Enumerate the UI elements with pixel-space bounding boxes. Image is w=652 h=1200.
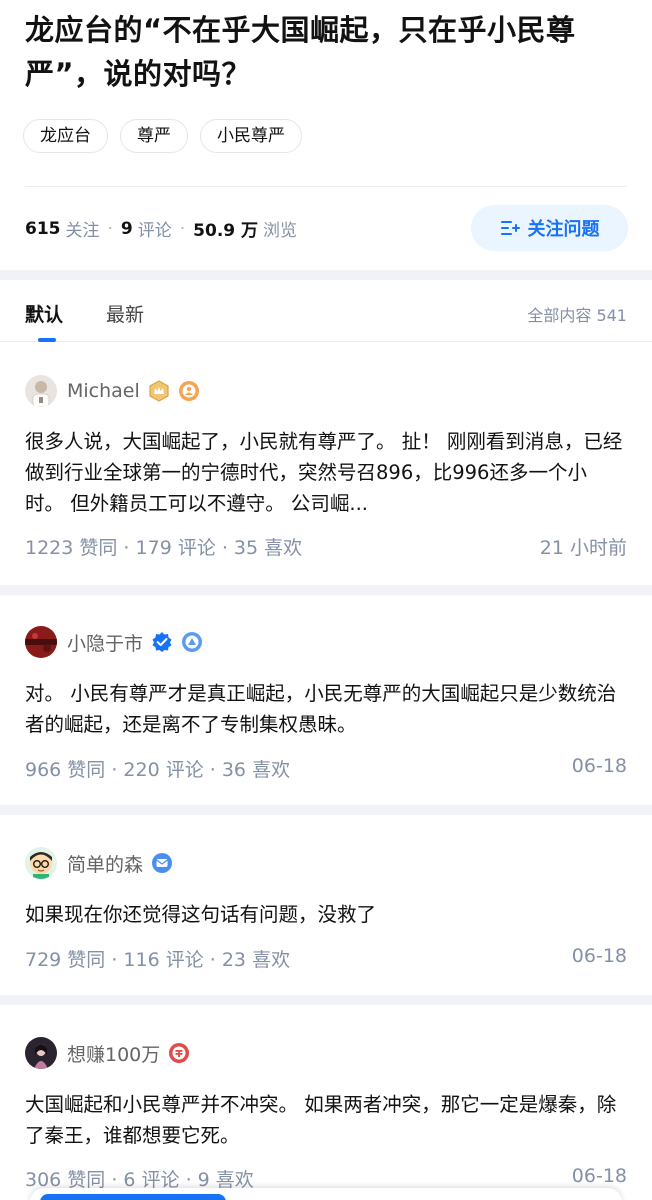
verified-badge-icon[interactable] xyxy=(151,631,173,653)
comment-label[interactable]: 评论 xyxy=(138,216,172,241)
answer-stats: 1223 赞同 · 179 评论 · 35 喜欢 xyxy=(25,537,303,559)
question-title[interactable]: 龙应台的“不在乎大国崛起，只在乎小民尊严”，说的对吗？ xyxy=(25,8,625,96)
avatar[interactable] xyxy=(25,375,57,407)
topic-tag[interactable]: 龙应台 xyxy=(23,119,108,153)
answer-separator xyxy=(0,805,652,815)
view-count: 50.9 万 xyxy=(193,221,259,241)
answer-separator xyxy=(0,585,652,595)
answer-author[interactable]: 简单的森 xyxy=(25,847,173,879)
answer-card[interactable]: Michael 很多人说，大国崛起了，小民就有尊严了。 扯！ 刚刚看到消息，已经… xyxy=(0,343,652,585)
view-label: 浏览 xyxy=(263,221,298,241)
answer-meta: 1223 赞同 · 179 评论 · 35 喜欢 21 小时前 xyxy=(25,533,627,560)
answer-author[interactable]: 想赚100万 xyxy=(25,1037,190,1069)
answer-author[interactable]: 小隐于市 xyxy=(25,626,203,658)
answer-card[interactable]: 小隐于市 对。 小民有尊严才是真正崛起，小民无尊严的大国崛起只是少数统治者的崛起… xyxy=(0,595,652,805)
topic-tag[interactable]: 小民尊严 xyxy=(200,119,302,153)
follow-add-icon xyxy=(500,221,520,235)
active-tab-indicator xyxy=(38,338,56,342)
answer-excerpt[interactable]: 大国崛起和小民尊严并不冲突。 如果两者冲突，那它一定是爆秦，除了秦王，谁都想要它… xyxy=(25,1089,625,1151)
total-content-count: 全部内容 541 xyxy=(527,306,627,325)
topic-tag[interactable]: 尊严 xyxy=(120,119,188,153)
author-name[interactable]: 小隐于市 xyxy=(67,629,143,656)
question-stats: 615 关注 · 9 评论 · 50.9 万 浏览 xyxy=(25,216,298,242)
crown-badge-icon[interactable] xyxy=(148,380,170,402)
answer-excerpt[interactable]: 很多人说，大国崛起了，小民就有尊严了。 扯！ 刚刚看到消息，已经做到行业全球第一… xyxy=(25,426,625,519)
answer-author[interactable]: Michael xyxy=(25,375,200,407)
answer-card[interactable]: 想赚100万 大国崛起和小民尊严并不冲突。 如果两者冲突，那它一定是爆秦，除了秦… xyxy=(0,1005,652,1200)
topic-tags: 龙应台 尊严 小民尊严 xyxy=(23,119,302,153)
answer-excerpt[interactable]: 对。 小民有尊严才是真正崛起，小民无尊严的大国崛起只是少数统治者的崛起，还是离不… xyxy=(25,678,625,740)
avatar[interactable] xyxy=(25,1037,57,1069)
orange-medal-icon[interactable] xyxy=(178,380,200,402)
answer-separator xyxy=(0,995,652,1005)
tab-default[interactable]: 默认 xyxy=(25,300,63,327)
blue-message-badge-icon[interactable] xyxy=(151,852,173,874)
follow-question-button[interactable]: 关注问题 xyxy=(471,205,628,251)
avatar[interactable] xyxy=(25,626,57,658)
answer-time: 21 小时前 xyxy=(539,537,627,559)
answer-time: 06-18 xyxy=(571,945,627,967)
question-header: 龙应台的“不在乎大国崛起，只在乎小民尊严”，说的对吗？ 龙应台 尊严 小民尊严 … xyxy=(0,0,652,270)
red-badge-icon[interactable] xyxy=(168,1042,190,1064)
avatar[interactable] xyxy=(25,847,57,879)
answer-time: 06-18 xyxy=(571,755,627,777)
divider xyxy=(25,186,627,187)
comment-count[interactable]: 9 xyxy=(121,219,133,239)
separator-dot: · xyxy=(107,218,113,239)
author-name[interactable]: Michael xyxy=(67,380,140,402)
blue-level-icon[interactable] xyxy=(181,631,203,653)
answer-meta: 966 赞同 · 220 评论 · 36 喜欢 06-18 xyxy=(25,755,627,782)
follow-label: 关注 xyxy=(65,221,100,241)
write-answer-button[interactable] xyxy=(40,1194,226,1200)
answer-meta: 729 赞同 · 116 评论 · 23 喜欢 06-18 xyxy=(25,945,627,972)
answer-excerpt[interactable]: 如果现在你还觉得这句话有问题，没救了 xyxy=(25,899,625,930)
tab-latest[interactable]: 最新 xyxy=(106,300,144,327)
separator-dot: · xyxy=(179,218,186,239)
author-name[interactable]: 想赚100万 xyxy=(67,1040,160,1067)
answer-card[interactable]: 简单的森 如果现在你还觉得这句话有问题，没救了 729 赞同 · 116 评论 … xyxy=(0,815,652,995)
follow-button-label: 关注问题 xyxy=(527,219,600,240)
follow-count: 615 xyxy=(25,218,61,239)
answer-stats: 966 赞同 · 220 评论 · 36 喜欢 xyxy=(25,759,291,781)
answer-stats: 729 赞同 · 116 评论 · 23 喜欢 xyxy=(25,949,291,971)
author-name[interactable]: 简单的森 xyxy=(67,850,143,877)
section-separator xyxy=(0,270,652,280)
